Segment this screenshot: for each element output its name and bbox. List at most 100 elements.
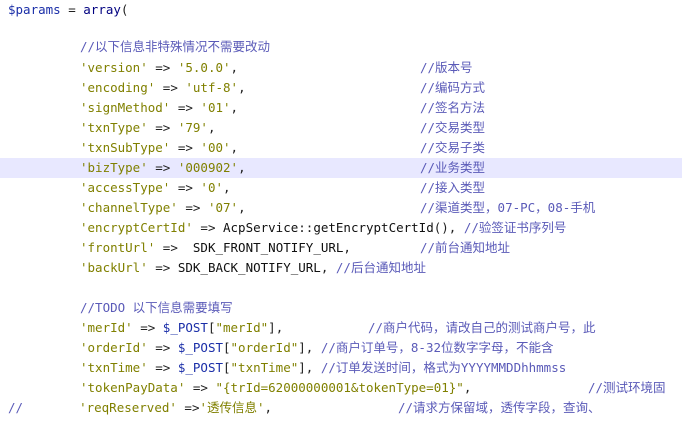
array-key: 'txnSubType' [80, 140, 171, 155]
code-line-txntime: 'txnTime' => $_POST["txnTime"], //订单发送时间… [0, 358, 682, 378]
code-line-channeltype: 'channelType' => '07', //渠道类型，07-PC，08-手机 [0, 198, 682, 218]
array-value: '透传信息' [199, 400, 265, 415]
line-comment: //商户订单号，8-32位数字字母，不能含 [313, 340, 554, 355]
comment-text: //以下信息非特殊情况不需要改动 [80, 39, 271, 54]
line-comment: //交易子类 [420, 140, 486, 155]
array-key: 'channelType' [80, 200, 178, 215]
post-superglobal: $_POST [162, 320, 208, 335]
comma: , [463, 380, 472, 395]
array-key: 'merId' [80, 320, 133, 335]
close-bracket: ], [298, 360, 314, 375]
array-key: 'signMethod' [80, 100, 171, 115]
code-line-params: $params = array( [0, 0, 682, 20]
array-key: 'bizType' [80, 160, 148, 175]
arrow-operator: => [155, 80, 186, 95]
arrow-operator: => [177, 200, 208, 215]
function-call: (), [433, 220, 457, 235]
comma: , [230, 140, 239, 155]
arrow-operator: => [176, 400, 200, 415]
array-key: 'encryptCertId' [80, 220, 193, 235]
code-line-biztype-current: 'bizType' => '000902', //业务类型 [0, 158, 682, 178]
arrow-operator: => [147, 360, 178, 375]
array-keyword: array [83, 2, 121, 17]
line-comment: //版本号 [420, 60, 473, 75]
code-line-version: 'version' => '5.0.0', //版本号 [0, 58, 682, 78]
close-bracket: ], [298, 340, 314, 355]
arrow-operator: => [192, 220, 223, 235]
line-comment: //渠道类型，07-PC，08-手机 [420, 200, 596, 215]
code-line-encoding: 'encoding' => 'utf-8', //编码方式 [0, 78, 682, 98]
post-superglobal: $_POST [177, 340, 223, 355]
array-value: '000902' [177, 160, 239, 175]
line-comment: //编码方式 [420, 80, 486, 95]
assign-operator: = [60, 2, 84, 17]
comma: , [238, 160, 246, 175]
arrow-operator: => [170, 100, 201, 115]
code-line-orderid: 'orderId' => $_POST["orderId"], //商户订单号，… [0, 338, 682, 358]
comment-text: //TODO 以下信息需要填写 [80, 300, 233, 315]
code-line-accesstype: 'accessType' => '0', //接入类型 [0, 178, 682, 198]
code-line-backurl: 'backUrl' => SDK_BACK_NOTIFY_URL, //后台通知… [0, 258, 682, 278]
array-value: '01' [200, 100, 231, 115]
post-superglobal: $_POST [177, 360, 223, 375]
line-comment: //前台通知地址 [420, 240, 511, 255]
array-value: '0' [200, 180, 223, 195]
arrow-operator: => [147, 120, 178, 135]
line-comment: //订单发送时间，格式为YYYYMMDDhhmmss [313, 360, 567, 375]
arrow-operator: => [170, 140, 201, 155]
array-value: '00' [200, 140, 231, 155]
code-line-encryptcertid: 'encryptCertId' => AcpService::getEncryp… [0, 218, 682, 238]
array-value: '5.0.0' [177, 60, 231, 75]
line-comment: //业务类型 [420, 160, 486, 175]
line-comment: //接入类型 [420, 180, 486, 195]
code-line-fronturl: 'frontUrl' => SDK_FRONT_NOTIFY_URL, //前台通… [0, 238, 682, 258]
line-comment: //交易类型 [420, 120, 486, 135]
array-value: '07' [207, 200, 239, 215]
array-key: 'orderId' [80, 340, 148, 355]
code-line-txnsubtype: 'txnSubType' => '00', //交易子类 [0, 138, 682, 158]
array-value: '79' [177, 120, 208, 135]
code-line-signmethod: 'signMethod' => '01', //签名方法 [0, 98, 682, 118]
index-string: "txnTime" [230, 360, 299, 375]
array-key: 'backUrl' [80, 260, 148, 275]
code-editor[interactable]: $params = array( //以下信息非特殊情况不需要改动 'versi… [0, 0, 682, 427]
line-comment: //验签证书序列号 [456, 220, 567, 235]
code-line-merid: 'merId' => $_POST["merId"],//商户代码，请改自己的测… [0, 318, 682, 338]
line-comment: //商户代码，请改自己的测试商户号，此 [368, 320, 596, 335]
comma: , [343, 240, 351, 255]
open-paren: ( [120, 2, 129, 17]
array-key: 'txnTime' [80, 360, 148, 375]
arrow-operator: => [147, 260, 178, 275]
code-line-comment-defaults: //以下信息非特殊情况不需要改动 [0, 37, 682, 57]
index-string: "orderId" [230, 340, 299, 355]
arrow-operator: => [147, 340, 178, 355]
array-key: 'version' [80, 60, 148, 75]
comma: , [223, 180, 231, 195]
comma: , [264, 400, 273, 415]
line-comment: //测试环境固 [588, 380, 666, 395]
array-key: 'reqReserved' [79, 400, 177, 415]
line-comment: //请求方保留域，透传字段，查询、 [398, 400, 601, 415]
comma: , [238, 200, 246, 215]
comma: , [207, 120, 216, 135]
scope-operator: :: [298, 220, 314, 235]
comma: , [238, 80, 246, 95]
code-line-comment-todo: //TODO 以下信息需要填写 [0, 298, 682, 318]
index-string: "merId" [215, 320, 269, 335]
line-comment: //签名方法 [420, 100, 486, 115]
arrow-operator: => [170, 180, 201, 195]
array-value: "{trId=62000000001&tokenType=01}" [215, 380, 464, 395]
line-comment-prefix: // [8, 400, 24, 415]
array-key: 'tokenPayData' [80, 380, 186, 395]
open-bracket: [ [223, 340, 231, 355]
array-key: 'txnType' [80, 120, 148, 135]
array-key: 'frontUrl' [80, 240, 156, 255]
code-line-txntype: 'txnType' => '79', //交易类型 [0, 118, 682, 138]
constant-name: SDK_FRONT_NOTIFY_URL [192, 240, 344, 255]
array-value: 'utf-8' [185, 80, 239, 95]
arrow-operator: => [147, 160, 178, 175]
code-line-tokenpaydata: 'tokenPayData' => "{trId=62000000001&tok… [0, 378, 682, 398]
open-bracket: [ [223, 360, 231, 375]
array-key: 'encoding' [80, 80, 156, 95]
arrow-operator: => [132, 320, 163, 335]
